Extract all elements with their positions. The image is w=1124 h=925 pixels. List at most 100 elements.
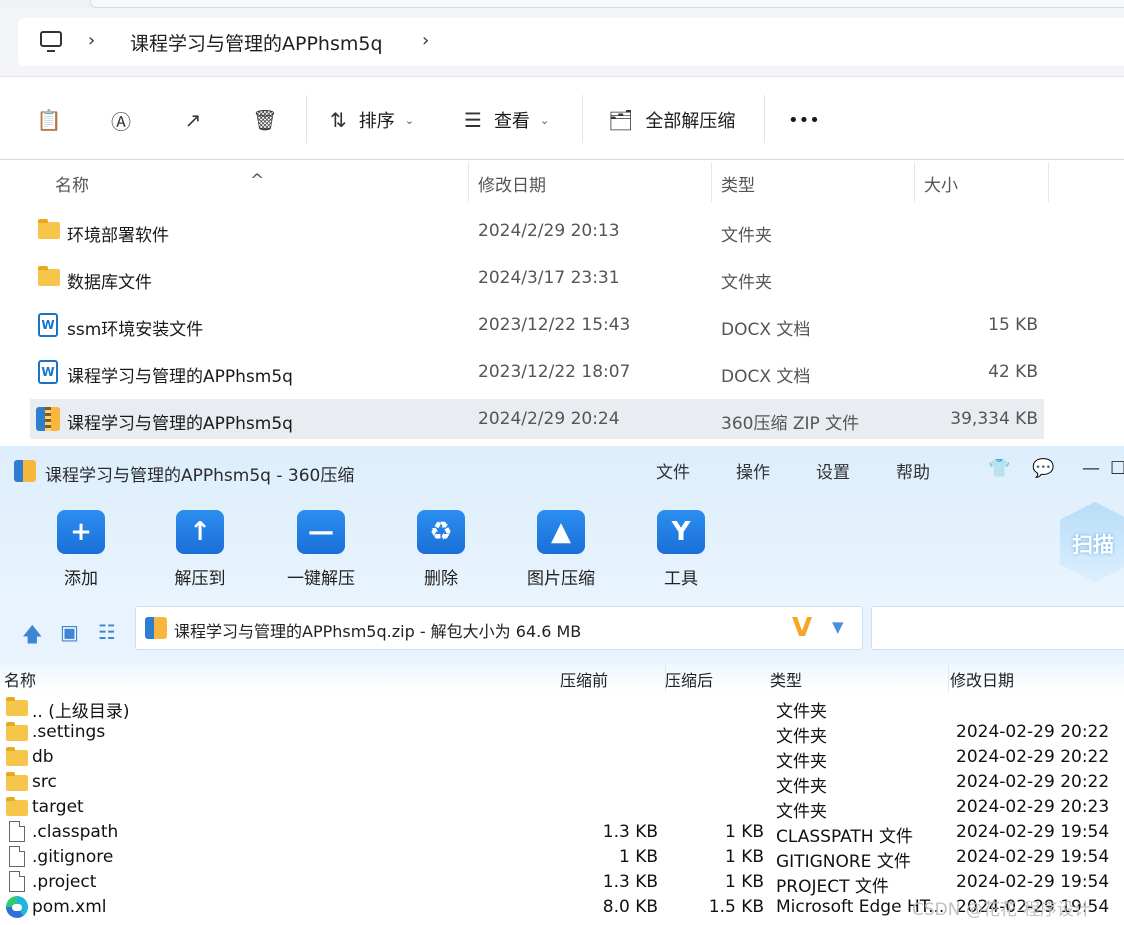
sort-button[interactable]: ⇅ 排序 ⌄ <box>330 105 414 135</box>
thumbnail-view-icon[interactable]: ▣ <box>60 620 79 644</box>
zip-item-before: 1 KB <box>618 847 658 867</box>
file-name: 数据库文件 <box>67 273 152 293</box>
chevron-right-icon[interactable]: › <box>422 30 429 51</box>
zip-item-name: db <box>32 747 54 767</box>
zip-item-date: 2024-02-29 20:22 <box>956 747 1110 767</box>
image-compress-icon: ▲ <box>537 510 585 554</box>
address-area: › 课程学习与管理的APPhsm5q › <box>0 8 1124 76</box>
zip-row[interactable]: .settings 文件夹 2024-02-29 20:22 <box>0 720 1124 747</box>
scan-label: 扫描 <box>1072 533 1114 557</box>
tool-quick-extract-button[interactable]: — 一键解压 <box>273 510 369 590</box>
zip-row[interactable]: .. (上级目录) 文件夹 <box>0 695 1124 722</box>
column-header-name[interactable]: 名称 <box>55 171 89 196</box>
divider <box>764 95 765 143</box>
list-view-icon[interactable]: ☷ <box>98 620 116 644</box>
delete-icon[interactable]: 🗑 <box>250 105 280 135</box>
zip-item-date: 2024-02-29 20:23 <box>956 797 1110 817</box>
maximize-button[interactable]: ☐ <box>1110 458 1124 479</box>
zip-item-type: 文件夹 <box>776 702 827 722</box>
tool-label: 工具 <box>664 569 698 589</box>
file-date: 2024/3/17 23:31 <box>478 268 620 288</box>
skin-shirt-icon[interactable]: 👕 <box>988 458 1010 479</box>
zip-col-type[interactable]: 类型 <box>770 667 802 691</box>
zip-item-after: 1.5 KB <box>708 897 764 917</box>
sort-label: 排序 <box>358 111 395 132</box>
file-date: 2023/12/22 15:43 <box>478 315 631 335</box>
feedback-icon[interactable]: 💬 <box>1032 458 1054 479</box>
extract-folder-icon: 🗂 <box>608 108 634 132</box>
up-level-icon[interactable]: 🡅 <box>22 620 43 654</box>
paste-icon[interactable]: 📋 <box>34 105 64 135</box>
extract-all-button[interactable]: 🗂 全部解压缩 <box>608 105 735 135</box>
file-row[interactable]: 环境部署软件 2024/2/29 20:13 文件夹 <box>30 211 1044 251</box>
zip-col-after[interactable]: 压缩后 <box>665 667 713 691</box>
scan-badge-button[interactable]: 扫描 <box>1060 502 1124 582</box>
menu-file[interactable]: 文件 <box>656 458 690 483</box>
zip-path-bar[interactable]: 课程学习与管理的APPhsm5q.zip - 解包大小为 64.6 MB V ▼ <box>135 606 863 650</box>
minimize-button[interactable]: — <box>1082 458 1100 479</box>
sort-icon: ⇅ <box>330 108 347 132</box>
tool-delete-button[interactable]: ♻ 删除 <box>393 510 489 590</box>
view-button[interactable]: ☰ 查看 ⌄ <box>464 105 549 135</box>
add-icon: + <box>57 510 105 554</box>
file-row-selected[interactable]: 课程学习与管理的APPhsm5q 2024/2/29 20:24 360压缩 Z… <box>30 399 1044 439</box>
folder-icon <box>38 219 60 239</box>
zip-item-type: 文件夹 <box>776 802 827 822</box>
zip-row[interactable]: .classpath 1.3 KB 1 KB CLASSPATH 文件 2024… <box>0 820 1124 847</box>
tool-image-compress-button[interactable]: ▲ 图片压缩 <box>513 510 609 590</box>
this-pc-icon[interactable] <box>40 31 62 52</box>
file-name: 课程学习与管理的APPhsm5q <box>67 414 293 434</box>
v-logo-icon[interactable]: V <box>792 613 812 643</box>
zip-col-date[interactable]: 修改日期 <box>950 667 1014 691</box>
file-row[interactable]: 数据库文件 2024/3/17 23:31 文件夹 <box>30 258 1044 298</box>
zip-item-type: 文件夹 <box>776 727 827 747</box>
file-row[interactable]: W ssm环境安装文件 2023/12/22 15:43 DOCX 文档 15 … <box>30 305 1044 345</box>
menu-operate[interactable]: 操作 <box>736 458 770 483</box>
zip-search-input[interactable] <box>871 606 1124 650</box>
file-type: 文件夹 <box>721 226 772 246</box>
menu-settings[interactable]: 设置 <box>816 458 850 483</box>
more-options-button[interactable]: ••• <box>788 105 820 135</box>
dropdown-arrow-icon[interactable]: ▼ <box>832 618 844 636</box>
zip-item-before: 8.0 KB <box>602 897 658 917</box>
zip-item-name: .classpath <box>32 822 119 842</box>
tool-label: 删除 <box>424 569 458 589</box>
column-header-date[interactable]: 修改日期 <box>478 171 546 196</box>
file-icon <box>9 821 25 842</box>
zip-item-date: 2024-02-29 19:54 <box>956 872 1110 892</box>
column-header-type[interactable]: 类型 <box>721 171 755 196</box>
zip-col-before[interactable]: 压缩前 <box>560 667 608 691</box>
extract-all-label: 全部解压缩 <box>645 111 736 132</box>
column-divider <box>711 162 712 202</box>
rename-icon[interactable]: Ⓐ <box>106 105 136 135</box>
address-bar[interactable]: › 课程学习与管理的APPhsm5q › <box>18 18 1124 66</box>
zip-item-before: 1.3 KB <box>602 872 658 892</box>
zip-row[interactable]: target 文件夹 2024-02-29 20:23 <box>0 795 1124 822</box>
tool-tools-button[interactable]: Y 工具 <box>633 510 729 590</box>
zip-item-after: 1 KB <box>724 847 764 867</box>
zip-row[interactable]: .project 1.3 KB 1 KB PROJECT 文件 2024-02-… <box>0 870 1124 897</box>
app-360-zip-icon <box>14 460 36 482</box>
zip-row[interactable]: .gitignore 1 KB 1 KB GITIGNORE 文件 2024-0… <box>0 845 1124 872</box>
zip-item-type: 文件夹 <box>776 777 827 797</box>
share-icon[interactable]: ↗ <box>178 105 208 135</box>
breadcrumb-current-folder[interactable]: 课程学习与管理的APPhsm5q <box>130 29 383 56</box>
tool-add-button[interactable]: + 添加 <box>33 510 129 590</box>
file-icon <box>9 846 25 867</box>
zip-item-name: target <box>32 797 84 817</box>
chevron-right-icon[interactable]: › <box>88 30 95 51</box>
column-header-size[interactable]: 大小 <box>924 171 958 196</box>
file-list-header: ^ 名称 修改日期 类型 大小 <box>0 160 1124 202</box>
menu-help[interactable]: 帮助 <box>896 458 930 483</box>
zip-item-type: PROJECT 文件 <box>776 877 889 897</box>
tool-extract-to-button[interactable]: ↑ 解压到 <box>152 510 248 590</box>
zip-item-type: CLASSPATH 文件 <box>776 827 913 847</box>
file-row[interactable]: W 课程学习与管理的APPhsm5q 2023/12/22 18:07 DOCX… <box>30 352 1044 392</box>
file-type: DOCX 文档 <box>721 320 811 340</box>
zip-list-header: 名称 压缩前 压缩后 类型 修改日期 <box>0 664 1124 692</box>
zip-row[interactable]: db 文件夹 2024-02-29 20:22 <box>0 745 1124 772</box>
edge-icon <box>6 896 28 918</box>
zip-row[interactable]: src 文件夹 2024-02-29 20:22 <box>0 770 1124 797</box>
view-list-icon: ☰ <box>464 108 482 132</box>
zip-col-name[interactable]: 名称 <box>4 667 36 691</box>
